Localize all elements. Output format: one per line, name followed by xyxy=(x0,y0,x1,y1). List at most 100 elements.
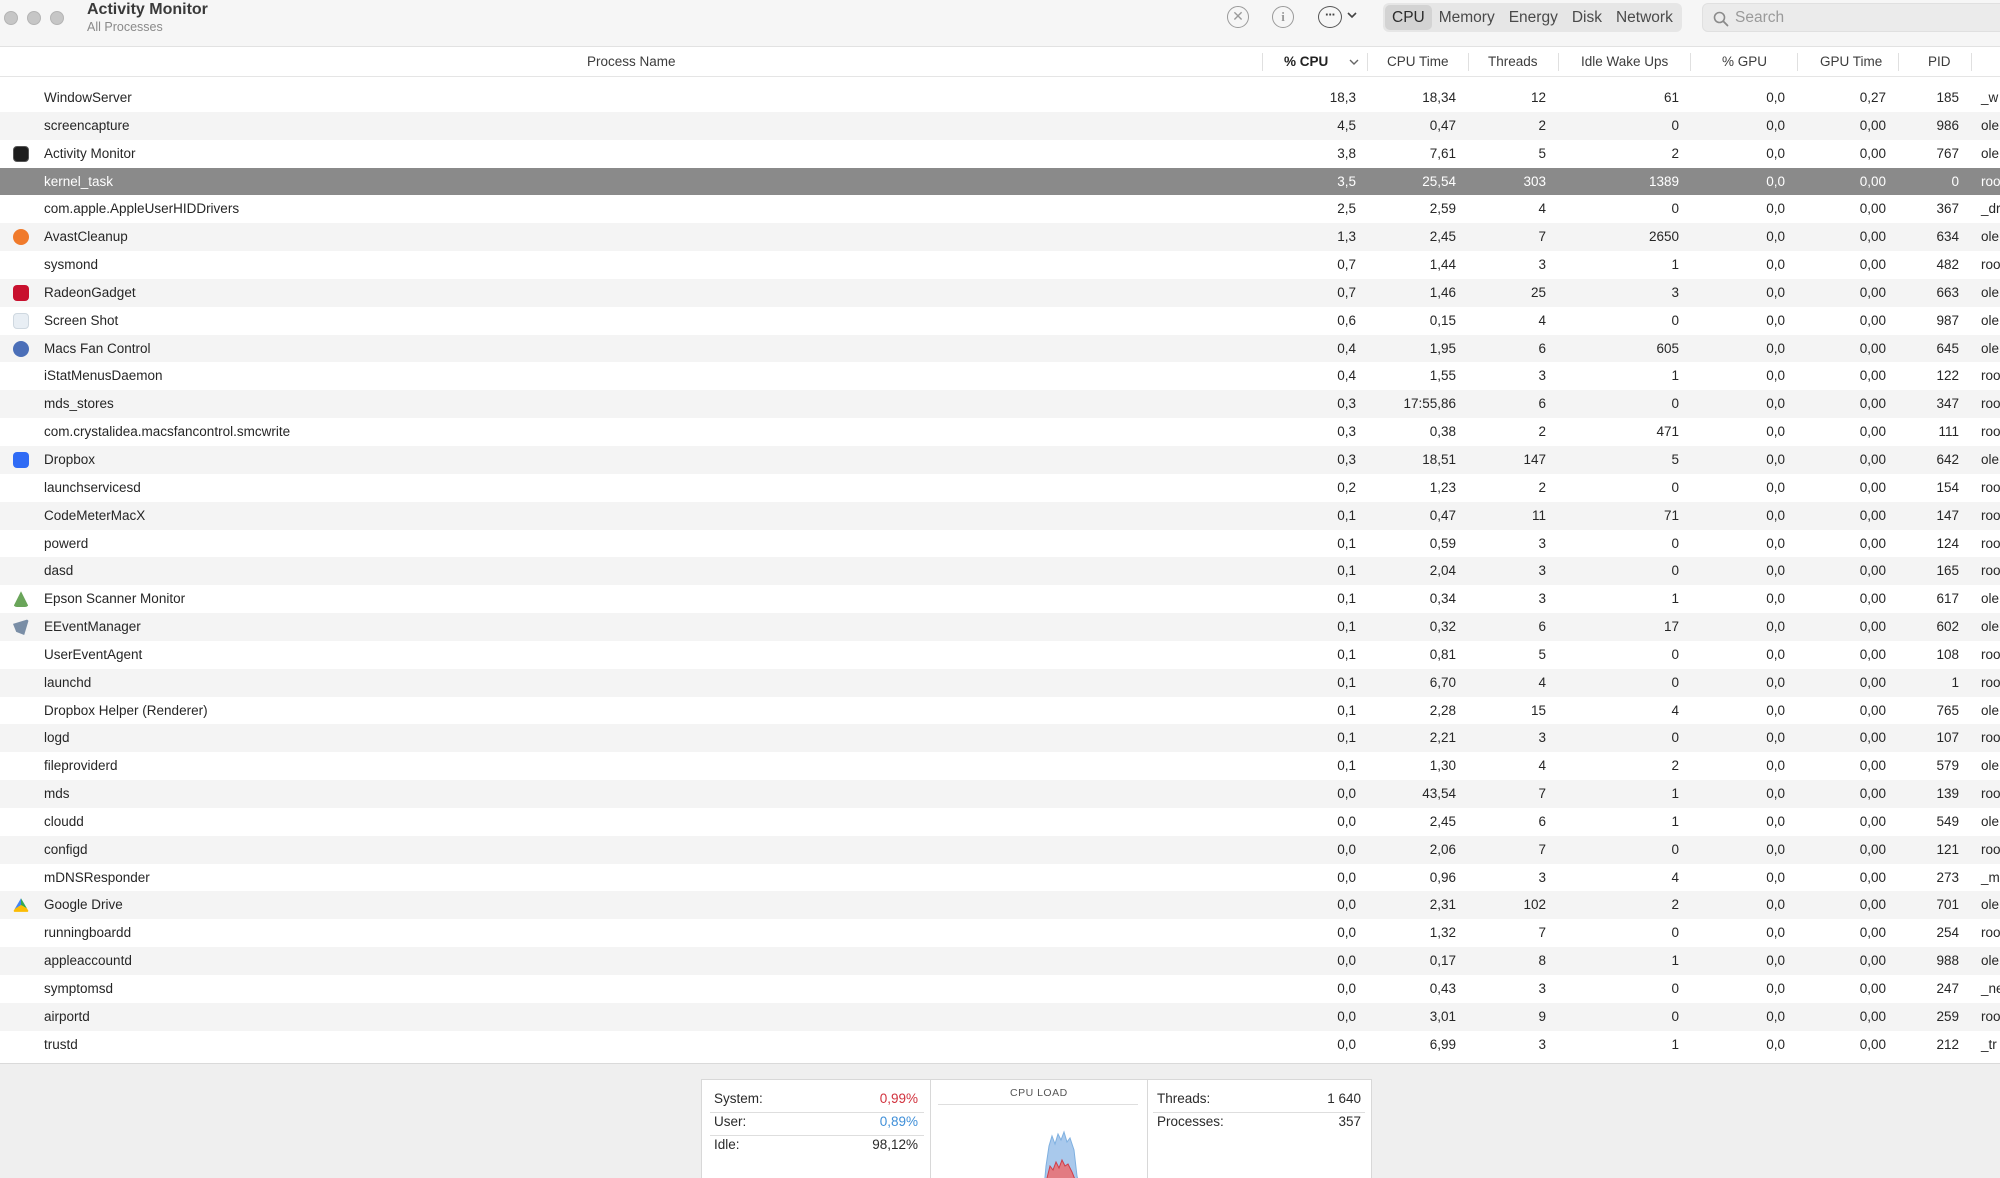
idle-wake-ups-cell: 0 xyxy=(1671,201,1679,217)
gpu-cell: 0,0 xyxy=(1766,257,1785,273)
process-row[interactable]: Macs Fan Control 0,4 1,95 6 605 0,0 0,00 645 ole xyxy=(0,334,2000,363)
column-divider xyxy=(1797,53,1798,71)
search-box[interactable] xyxy=(1702,3,2000,32)
idle-wake-ups-cell: 0 xyxy=(1671,646,1679,662)
gpu-cell: 0,0 xyxy=(1766,117,1785,133)
column-cpu-time[interactable]: CPU Time xyxy=(1387,54,1449,69)
cpu-cell: 0,1 xyxy=(1337,591,1356,607)
cpu-time-cell: 2,28 xyxy=(1429,702,1456,718)
process-row[interactable]: appleaccountd 0,0 0,17 8 1 0,0 0,00 988 ole xyxy=(0,947,2000,975)
tab-disk[interactable]: Disk xyxy=(1565,5,1609,30)
user-cell: ole xyxy=(1981,284,2000,300)
inspect-process-button[interactable]: i xyxy=(1272,6,1294,28)
column-gpu-time[interactable]: GPU Time xyxy=(1820,54,1882,69)
tab-cpu[interactable]: CPU xyxy=(1385,5,1432,30)
tab-energy[interactable]: Energy xyxy=(1502,5,1565,30)
process-row[interactable]: sysmond 0,7 1,44 3 1 0,0 0,00 482 roo xyxy=(0,251,2000,279)
process-row[interactable]: launchservicesd 0,2 1,23 2 0 0,0 0,00 154 roo xyxy=(0,474,2000,502)
column-idle-wake-ups[interactable]: Idle Wake Ups xyxy=(1581,54,1668,69)
search-input[interactable] xyxy=(1735,7,2000,29)
process-row[interactable]: Google Drive 0,0 2,31 102 2 0,0 0,00 701 ole xyxy=(0,891,2000,920)
process-name-cell: sysmond xyxy=(44,257,99,273)
process-row[interactable]: dasd 0,1 2,04 3 0 0,0 0,00 165 roo xyxy=(0,557,2000,586)
sort-descending-icon[interactable] xyxy=(1349,58,1359,66)
process-row[interactable]: powerd 0,1 0,59 3 0 0,0 0,00 124 roo xyxy=(0,530,2000,558)
gpu-cell: 0,0 xyxy=(1766,953,1785,969)
cpu-time-cell: 0,47 xyxy=(1429,507,1456,523)
gpu-time-cell: 0,00 xyxy=(1859,730,1886,746)
threads-cell: 9 xyxy=(1538,1008,1546,1024)
user-cell: ole xyxy=(1981,229,2000,245)
pid-cell: 602 xyxy=(1936,619,1959,635)
tab-memory[interactable]: Memory xyxy=(1432,5,1502,30)
process-name-cell: RadeonGadget xyxy=(44,284,136,300)
cpu-time-cell: 25,54 xyxy=(1422,173,1456,189)
process-row[interactable]: trustd 0,0 6,99 3 1 0,0 0,00 212 _tr xyxy=(0,1031,2000,1059)
threads-cell: 4 xyxy=(1538,201,1546,217)
zoom-window-button[interactable] xyxy=(50,11,64,25)
process-row[interactable]: logd 0,1 2,21 3 0 0,0 0,00 107 roo xyxy=(0,724,2000,753)
view-tabs: CPU Memory Energy Disk Network xyxy=(1383,3,1682,32)
pid-cell: 549 xyxy=(1936,813,1959,829)
process-row[interactable]: Epson Scanner Monitor 0,1 0,34 3 1 0,0 0,00 617… xyxy=(0,585,2000,613)
column-cpu[interactable]: % CPU xyxy=(1284,54,1328,69)
chevron-down-icon[interactable] xyxy=(1347,10,1357,20)
tab-network[interactable]: Network xyxy=(1609,5,1680,30)
gpu-cell: 0,0 xyxy=(1766,619,1785,635)
process-row[interactable]: mds 0,0 43,54 7 1 0,0 0,00 139 roo xyxy=(0,780,2000,808)
column-process-name[interactable]: Process Name xyxy=(587,54,676,69)
process-row[interactable]: mds_stores 0,3 17:55,86 6 0 0,0 0,00 347 roo xyxy=(0,390,2000,419)
column-threads[interactable]: Threads xyxy=(1488,54,1538,69)
cpu-time-cell: 0,32 xyxy=(1429,619,1456,635)
process-row[interactable]: Dropbox Helper (Renderer) 0,1 2,28 15 4 0,0 0,… xyxy=(0,697,2000,725)
process-row[interactable]: screencapture 4,5 0,47 2 0 0,0 0,00 986 ole xyxy=(0,111,2000,140)
process-row[interactable]: RadeonGadget 0,7 1,46 25 3 0,0 0,00 663 ole xyxy=(0,278,2000,307)
cpu-cell: 0,1 xyxy=(1337,535,1356,551)
process-row[interactable]: runningboardd 0,0 1,32 7 0 0,0 0,00 254 roo xyxy=(0,919,2000,947)
idle-wake-ups-cell: 61 xyxy=(1663,90,1679,105)
google-drive-icon xyxy=(13,898,29,912)
user-cell: roo xyxy=(1981,173,2000,189)
column-gpu[interactable]: % GPU xyxy=(1722,54,1767,69)
process-row[interactable]: launchd 0,1 6,70 4 0 0,0 0,00 1 roo xyxy=(0,668,2000,697)
process-row[interactable]: fileproviderd 0,1 1,30 4 2 0,0 0,00 579 ole xyxy=(0,752,2000,780)
process-row[interactable]: cloudd 0,0 2,45 6 1 0,0 0,00 549 ole xyxy=(0,808,2000,836)
process-row[interactable]: EEventManager 0,1 0,32 6 17 0,0 0,00 602 ole xyxy=(0,613,2000,641)
user-cell: ole xyxy=(1981,145,2000,161)
divider xyxy=(1153,1112,1365,1113)
process-row[interactable]: CodeMeterMacX 0,1 0,47 11 71 0,0 0,00 147 roo xyxy=(0,501,2000,530)
column-pid[interactable]: PID xyxy=(1928,54,1951,69)
cpu-cell: 0,1 xyxy=(1337,563,1356,579)
close-window-button[interactable] xyxy=(4,11,18,25)
process-row[interactable]: airportd 0,0 3,01 9 0 0,0 0,00 259 roo xyxy=(0,1002,2000,1031)
pid-cell: 347 xyxy=(1936,396,1959,412)
process-row[interactable]: configd 0,0 2,06 7 0 0,0 0,00 121 roo xyxy=(0,835,2000,864)
process-row[interactable]: com.apple.AppleUserHIDDrivers 2,5 2,59 4 0 0,… xyxy=(0,195,2000,223)
process-row[interactable]: mDNSResponder 0,0 0,96 3 4 0,0 0,00 273 _m xyxy=(0,864,2000,892)
process-row[interactable]: kernel_task 3,5 25,54 303 1389 0,0 0,00 0 roo xyxy=(0,167,2000,196)
minimize-window-button[interactable] xyxy=(27,11,41,25)
threads-cell: 15 xyxy=(1530,702,1546,718)
process-row[interactable]: Activity Monitor 3,8 7,61 5 2 0,0 0,00 767 ole xyxy=(0,140,2000,168)
threads-cell: 3 xyxy=(1538,257,1546,273)
threads-cell: 303 xyxy=(1523,173,1546,189)
process-name-cell: trustd xyxy=(44,1036,78,1052)
threads-cell: 5 xyxy=(1538,145,1546,161)
process-row[interactable]: AvastCleanup 1,3 2,45 7 2650 0,0 0,00 634 ole xyxy=(0,223,2000,252)
process-row[interactable]: symptomsd 0,0 0,43 3 0 0,0 0,00 247 _ne xyxy=(0,975,2000,1003)
process-row[interactable]: iStatMenusDaemon 0,4 1,55 3 1 0,0 0,00 122 roo xyxy=(0,362,2000,390)
process-row[interactable]: Dropbox 0,3 18,51 147 5 0,0 0,00 642 ole xyxy=(0,445,2000,474)
gpu-cell: 0,0 xyxy=(1766,90,1785,105)
cpu-time-cell: 6,99 xyxy=(1429,1036,1456,1052)
cpu-cell: 0,6 xyxy=(1337,312,1356,328)
process-row[interactable]: Screen Shot 0,6 0,15 4 0 0,0 0,00 987 ole xyxy=(0,307,2000,335)
more-actions-button[interactable]: ··· xyxy=(1318,6,1342,28)
gpu-cell: 0,0 xyxy=(1766,424,1785,440)
process-row[interactable]: com.crystalidea.macsfancontrol.smcwrite 0… xyxy=(0,418,2000,446)
pid-cell: 482 xyxy=(1936,257,1959,273)
process-row[interactable]: WindowServer 18,3 18,34 12 61 0,0 0,27 185 _w xyxy=(0,84,2000,112)
process-row[interactable]: UserEventAgent 0,1 0,81 5 0 0,0 0,00 108 roo xyxy=(0,641,2000,669)
user-cell: roo xyxy=(1981,424,2000,440)
user-cell: ole xyxy=(1981,619,2000,635)
stop-process-button[interactable]: ✕ xyxy=(1227,6,1249,28)
